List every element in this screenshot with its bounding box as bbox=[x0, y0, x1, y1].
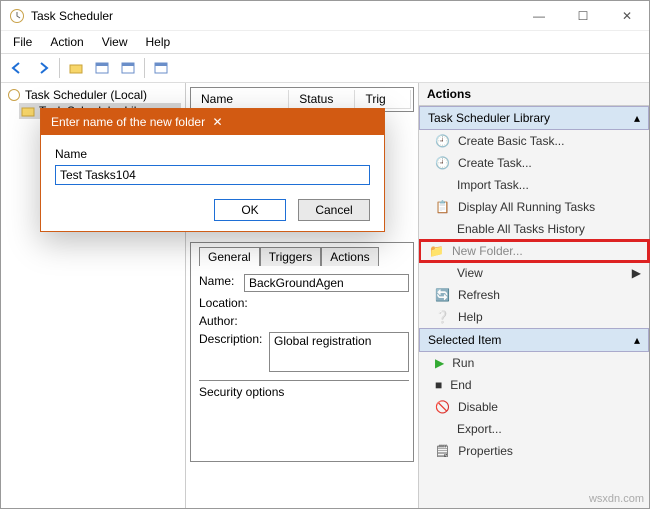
menu-help[interactable]: Help bbox=[138, 33, 179, 51]
help-icon: ❔ bbox=[435, 310, 450, 324]
back-button[interactable] bbox=[5, 56, 29, 80]
action-import-task[interactable]: Import Task... bbox=[419, 174, 649, 196]
menu-action[interactable]: Action bbox=[42, 33, 91, 51]
action-label: Enable All Tasks History bbox=[457, 222, 585, 236]
field-description[interactable]: Global registration bbox=[269, 332, 409, 372]
toolbar-window2-icon[interactable] bbox=[116, 56, 140, 80]
label-author: Author: bbox=[199, 314, 269, 328]
menu-view[interactable]: View bbox=[94, 33, 136, 51]
wizard-icon: 🕘 bbox=[435, 134, 450, 148]
action-help[interactable]: ❔ Help bbox=[419, 306, 649, 328]
toolbar-folder-icon[interactable] bbox=[64, 56, 88, 80]
toolbar-window3-icon[interactable] bbox=[149, 56, 173, 80]
action-label: Export... bbox=[457, 422, 502, 436]
folder-icon bbox=[21, 104, 35, 118]
tab-triggers[interactable]: Triggers bbox=[260, 247, 322, 266]
toolbar-window1-icon[interactable] bbox=[90, 56, 114, 80]
action-display-running[interactable]: 📋 Display All Running Tasks bbox=[419, 196, 649, 218]
menu-bar: File Action View Help bbox=[1, 31, 649, 53]
dialog-title: Enter name of the new folder bbox=[51, 115, 213, 129]
action-label: Import Task... bbox=[457, 178, 529, 192]
play-icon: ▶ bbox=[435, 356, 444, 370]
properties-icon: 🗒 bbox=[435, 444, 450, 458]
action-view[interactable]: View ▶ bbox=[419, 262, 649, 284]
action-label: Properties bbox=[458, 444, 513, 458]
col-status[interactable]: Status bbox=[291, 90, 355, 109]
window-titlebar: Task Scheduler — ☐ ✕ bbox=[1, 1, 649, 31]
action-label: Disable bbox=[458, 400, 498, 414]
clock-icon bbox=[7, 88, 21, 102]
label-description: Description: bbox=[199, 332, 269, 346]
disable-icon: 🚫 bbox=[435, 400, 450, 414]
action-properties[interactable]: 🗒 Properties bbox=[419, 440, 649, 462]
details-pane: General Triggers Actions Name: Location:… bbox=[190, 242, 414, 462]
refresh-icon: 🔄 bbox=[435, 288, 450, 302]
action-label: End bbox=[450, 378, 471, 392]
ok-button[interactable]: OK bbox=[214, 199, 286, 221]
col-trig[interactable]: Trig bbox=[357, 90, 411, 109]
action-label: Help bbox=[458, 310, 483, 324]
tree-root-label: Task Scheduler (Local) bbox=[25, 88, 147, 102]
toolbar bbox=[1, 53, 649, 83]
action-label: Create Task... bbox=[458, 156, 532, 170]
action-label: New Folder... bbox=[452, 244, 523, 258]
folder-icon: 📁 bbox=[429, 244, 444, 258]
watermark: wsxdn.com bbox=[589, 493, 644, 505]
folder-name-input[interactable] bbox=[55, 165, 370, 185]
action-new-folder[interactable]: 📁 New Folder... bbox=[419, 240, 649, 262]
collapse-icon: ▴ bbox=[634, 111, 640, 125]
actions-section-selected[interactable]: Selected Item ▴ bbox=[419, 328, 649, 352]
action-run[interactable]: ▶ Run bbox=[419, 352, 649, 374]
actions-section-selected-label: Selected Item bbox=[428, 333, 501, 347]
label-name: Name: bbox=[199, 274, 244, 288]
action-enable-history[interactable]: Enable All Tasks History bbox=[419, 218, 649, 240]
action-label: Run bbox=[452, 356, 474, 370]
collapse-icon: ▴ bbox=[634, 333, 640, 347]
action-create-basic-task[interactable]: 🕘 Create Basic Task... bbox=[419, 130, 649, 152]
action-label: View bbox=[457, 266, 483, 280]
actions-pane: Actions Task Scheduler Library ▴ 🕘 Create… bbox=[419, 83, 649, 508]
forward-button[interactable] bbox=[31, 56, 55, 80]
dialog-name-label: Name bbox=[55, 147, 370, 161]
action-export[interactable]: Export... bbox=[419, 418, 649, 440]
clock-icon bbox=[9, 8, 25, 24]
actions-section-library-label: Task Scheduler Library bbox=[428, 111, 550, 125]
actions-section-library[interactable]: Task Scheduler Library ▴ bbox=[419, 106, 649, 130]
window-title: Task Scheduler bbox=[31, 9, 517, 23]
tab-actions[interactable]: Actions bbox=[321, 247, 378, 266]
action-refresh[interactable]: 🔄 Refresh bbox=[419, 284, 649, 306]
menu-file[interactable]: File bbox=[5, 33, 40, 51]
close-icon[interactable]: ✕ bbox=[213, 115, 375, 129]
tree-root[interactable]: Task Scheduler (Local) bbox=[5, 87, 181, 103]
action-label: Create Basic Task... bbox=[458, 134, 565, 148]
task-icon: 🕘 bbox=[435, 156, 450, 170]
dialog-titlebar: Enter name of the new folder ✕ bbox=[41, 109, 384, 135]
action-label: Refresh bbox=[458, 288, 500, 302]
action-end[interactable]: ■ End bbox=[419, 374, 649, 396]
close-button[interactable]: ✕ bbox=[605, 2, 649, 30]
label-location: Location: bbox=[199, 296, 269, 310]
action-create-task[interactable]: 🕘 Create Task... bbox=[419, 152, 649, 174]
action-label: Display All Running Tasks bbox=[458, 200, 595, 214]
chevron-right-icon: ▶ bbox=[632, 266, 641, 280]
stop-icon: ■ bbox=[435, 378, 442, 392]
actions-header: Actions bbox=[419, 83, 649, 106]
list-icon: 📋 bbox=[435, 200, 450, 214]
label-security: Security options bbox=[199, 385, 284, 399]
cancel-button[interactable]: Cancel bbox=[298, 199, 370, 221]
col-name[interactable]: Name bbox=[193, 90, 289, 109]
minimize-button[interactable]: — bbox=[517, 2, 561, 30]
security-section: Security options bbox=[199, 380, 409, 399]
new-folder-dialog: Enter name of the new folder ✕ Name OK C… bbox=[40, 108, 385, 232]
field-name[interactable] bbox=[244, 274, 409, 292]
action-disable[interactable]: 🚫 Disable bbox=[419, 396, 649, 418]
maximize-button[interactable]: ☐ bbox=[561, 2, 605, 30]
tab-general[interactable]: General bbox=[199, 247, 260, 266]
